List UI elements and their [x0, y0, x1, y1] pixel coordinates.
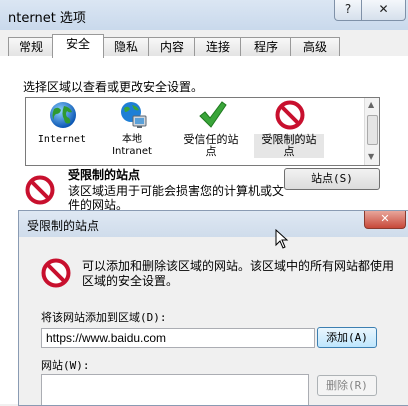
globe-icon — [50, 102, 76, 128]
zone-list-scrollbar[interactable]: ▲ ▼ — [364, 98, 379, 165]
sites-button[interactable]: 站点(S) — [284, 168, 380, 190]
tab-general[interactable]: 常规 — [8, 37, 54, 57]
help-button[interactable]: ? — [334, 0, 362, 21]
window-close-button[interactable]: ✕ — [361, 0, 406, 21]
add-site-label: 将该网站添加到区域(D): — [41, 311, 167, 324]
local-intranet-icon — [121, 102, 147, 128]
zone-label: 本地 Intranet — [112, 134, 152, 157]
tab-privacy[interactable]: 隐私 — [102, 37, 150, 57]
tab-content[interactable]: 内容 — [148, 37, 196, 57]
selected-zone-description: 该区域适用于可能会损害您的计算机或文件的网站。 — [68, 184, 285, 212]
dialog-title: 受限制的站点 — [27, 219, 100, 233]
remove-button[interactable]: 删除(R) — [317, 375, 377, 396]
tab-programs[interactable]: 程序 — [240, 37, 292, 57]
restricted-sites-dialog: 受限制的站点 ✕ 可以添加和删除该区域的网站。该区域中的所有网站都使用区域的安全… — [18, 210, 408, 406]
zone-trusted-sites[interactable]: 受信任的站 点 — [176, 98, 246, 164]
selected-zone-title: 受限制的站点 — [68, 168, 141, 182]
scroll-thumb[interactable] — [367, 115, 378, 145]
tab-advanced[interactable]: 高级 — [290, 37, 340, 57]
tab-connections[interactable]: 连接 — [194, 37, 242, 57]
zone-local-intranet[interactable]: 本地 Intranet — [97, 98, 167, 164]
zone-label: Internet — [37, 134, 87, 145]
dialog-close-button[interactable]: ✕ — [364, 211, 406, 229]
mouse-cursor-icon — [275, 229, 289, 249]
site-url-input[interactable]: https://www.baidu.com — [41, 328, 315, 348]
zone-internet[interactable]: Internet — [27, 98, 97, 164]
dialog-message: 可以添加和删除该区域的网站。该区域中的所有网站都使用区域的安全设置。 — [82, 259, 395, 288]
scroll-up-icon[interactable]: ▲ — [368, 100, 374, 109]
add-button[interactable]: 添加(A) — [317, 327, 377, 348]
zone-label: 受信任的站 点 — [183, 133, 239, 158]
restricted-sites-icon — [275, 100, 305, 130]
tab-security[interactable]: 安全 — [52, 34, 104, 58]
window-title: nternet 选项 — [8, 11, 86, 26]
websites-label: 网站(W): — [41, 359, 90, 372]
scroll-down-icon[interactable]: ▼ — [368, 152, 374, 161]
zone-label: 受限制的站 点 — [254, 134, 324, 158]
zone-instruction: 选择区域以查看或更改安全设置。 — [23, 80, 204, 94]
zone-restricted-sites[interactable]: 受限制的站 点 — [254, 98, 324, 164]
trusted-sites-check-icon — [199, 101, 227, 128]
restricted-sites-icon — [25, 175, 55, 205]
restricted-sites-icon — [41, 258, 71, 288]
websites-list[interactable] — [41, 374, 309, 405]
zone-list: Internet 本地 Intranet 受信任的站 点 受限制的站 点 ▲ ▼ — [25, 97, 380, 166]
